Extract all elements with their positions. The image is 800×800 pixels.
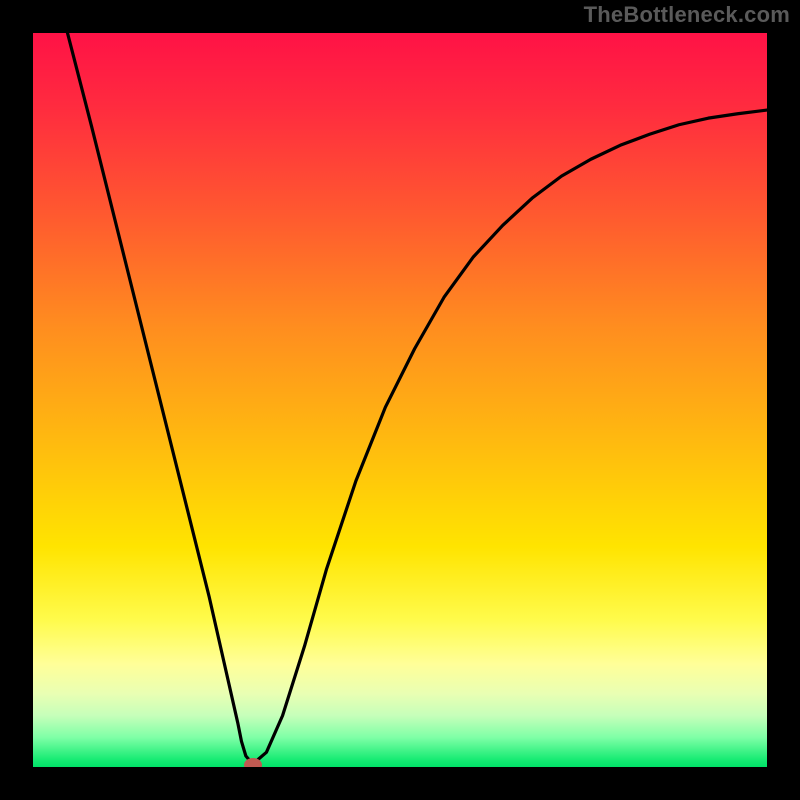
curve-path bbox=[68, 33, 768, 761]
watermark-text: TheBottleneck.com bbox=[584, 2, 790, 28]
min-marker-icon bbox=[244, 758, 262, 767]
chart-frame: TheBottleneck.com bbox=[0, 0, 800, 800]
bottleneck-curve bbox=[33, 33, 767, 767]
plot-area bbox=[33, 33, 767, 767]
